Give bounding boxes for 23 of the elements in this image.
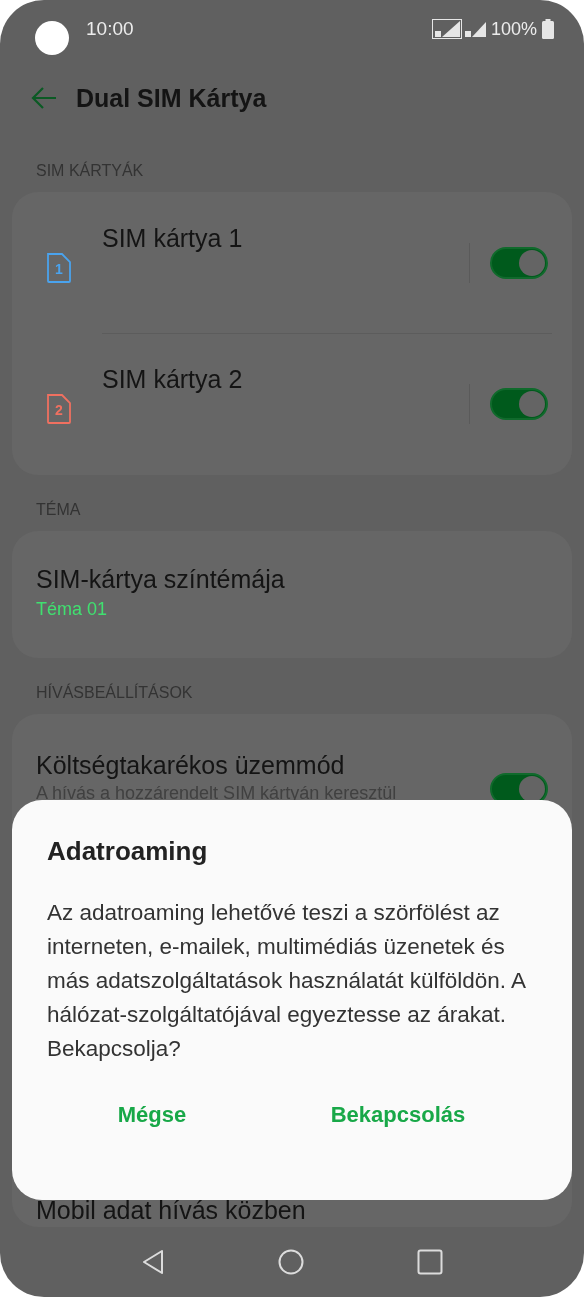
setting-title: Mobil adat hívás közben <box>36 1195 306 1226</box>
clock-time: 10:00 <box>86 17 134 40</box>
battery-icon <box>542 19 554 39</box>
page-title: Dual SIM Kártya <box>76 83 267 113</box>
setting-value: Téma 01 <box>36 599 109 620</box>
dialog-title: Adatroaming <box>47 836 209 867</box>
sim-card-icon: 2 <box>46 393 72 424</box>
back-nav-button[interactable] <box>140 1249 165 1275</box>
camera-hole <box>35 21 69 55</box>
toggle-switch[interactable] <box>490 387 548 420</box>
setting-title: Költségtakarékos üzemmód <box>36 750 346 781</box>
dialog-button[interactable]: Bekapcsolás <box>275 1096 521 1134</box>
sim-card-icon: 1 <box>46 252 72 283</box>
dialog-button[interactable]: Mégse <box>29 1096 275 1134</box>
home-button[interactable] <box>278 1249 304 1275</box>
recent-apps-button[interactable] <box>417 1249 444 1275</box>
setting-title: SIM kártya 1 <box>102 222 244 254</box>
dialog-message: Az adatroaming lehetővé teszi a szörfölést az interneten, e-mailek, multimédiás üzenetek és más adatszolgáltatások használatát külföldön. A hálózat-szolgáltatójával egyeztesse az árakat. Bekapcsolja? <box>47 899 527 1063</box>
toggle-switch[interactable] <box>490 246 548 279</box>
battery-percent: 100% <box>490 18 537 40</box>
setting-title: SIM-kártya színtémája <box>36 564 285 595</box>
setting-title: SIM kártya 2 <box>102 363 244 395</box>
signal-icon <box>431 19 486 39</box>
